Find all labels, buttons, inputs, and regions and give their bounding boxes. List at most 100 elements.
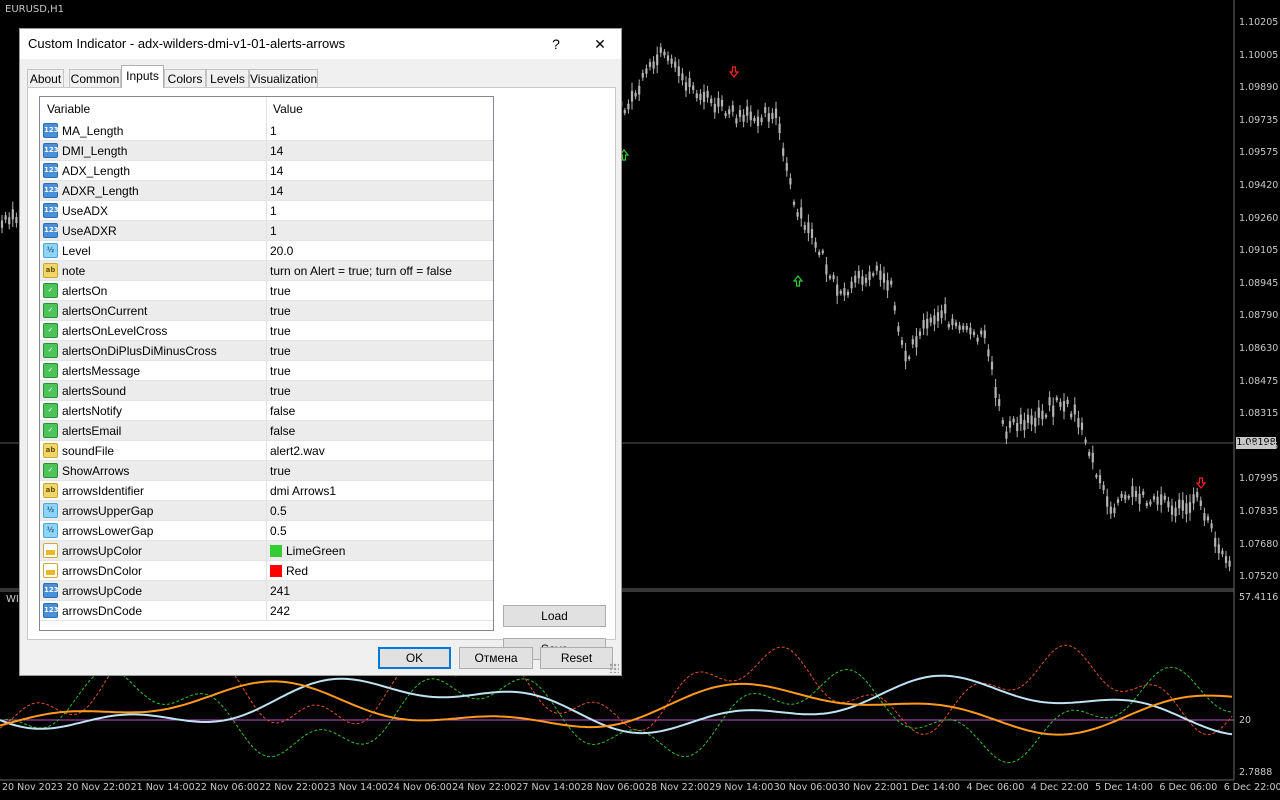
input-row-alertsEmail[interactable]: ✓ alertsEmail false [40, 421, 493, 441]
input-row-DMI_Length[interactable]: 123 DMI_Length 14 [40, 141, 493, 161]
color-swatch[interactable] [270, 545, 282, 557]
price-scale-label: 1.07680 [1239, 538, 1279, 550]
color-swatch[interactable] [270, 565, 282, 577]
price-scale-label: 1.08315 [1239, 408, 1279, 420]
tab-colors[interactable]: Colors [164, 69, 206, 87]
variable-value[interactable]: 0.5 [270, 524, 287, 538]
input-row-alertsNotify[interactable]: ✓ alertsNotify false [40, 401, 493, 421]
input-row-alertsOnLevelCross[interactable]: ✓ alertsOnLevelCross true [40, 321, 493, 341]
time-scale-label: 30 Nov 06:00 [773, 782, 838, 793]
bool-type-icon: ✓ [43, 343, 58, 358]
variable-value[interactable]: true [270, 324, 291, 338]
variable-value[interactable]: LimeGreen [286, 544, 345, 558]
input-row-arrowsDnCode[interactable]: 123 arrowsDnCode 242 [40, 601, 493, 621]
price-scale-label: 1.10005 [1239, 49, 1279, 61]
input-row-UseADXR[interactable]: 123 UseADXR 1 [40, 221, 493, 241]
variable-value[interactable]: true [270, 464, 291, 478]
close-icon[interactable]: ✕ [586, 33, 614, 55]
time-scale-label: 24 Nov 06:00 [387, 782, 452, 793]
variable-value[interactable]: 242 [270, 604, 290, 618]
input-row-soundFile[interactable]: ab soundFile alert2.wav [40, 441, 493, 461]
tab-about[interactable]: About [27, 69, 64, 87]
variable-value[interactable]: Red [286, 564, 308, 578]
variable-value[interactable]: true [270, 304, 291, 318]
column-separator [266, 561, 267, 581]
variable-value[interactable]: turn on Alert = true; turn off = false [270, 264, 452, 278]
variable-name: ShowArrows [62, 464, 130, 478]
tab-common[interactable]: Common [69, 69, 121, 87]
column-separator [266, 161, 267, 181]
time-scale-label: 28 Nov 06:00 [580, 782, 645, 793]
variable-value[interactable]: false [270, 404, 295, 418]
input-row-note[interactable]: ab note turn on Alert = true; turn off = f… [40, 261, 493, 281]
variable-value[interactable]: 1 [270, 124, 277, 138]
reset-button[interactable]: Reset [540, 647, 613, 669]
column-header-variable[interactable]: Variable [47, 102, 90, 116]
cancel-button[interactable]: Отмена [459, 647, 533, 669]
input-row-arrowsUpperGap[interactable]: ½ arrowsUpperGap 0.5 [40, 501, 493, 521]
resize-grip-icon[interactable] [609, 663, 619, 673]
dialog-title: Custom Indicator - adx-wilders-dmi-v1-01… [28, 36, 346, 51]
tab-levels[interactable]: Levels [206, 69, 249, 87]
price-scale-label: 1.09260 [1239, 212, 1279, 224]
input-row-alertsOnDiPlusDiMinusCross[interactable]: ✓ alertsOnDiPlusDiMinusCross true [40, 341, 493, 361]
input-row-arrowsUpColor[interactable]: arrowsUpColor LimeGreen [40, 541, 493, 561]
bool-type-icon: ✓ [43, 463, 58, 478]
input-row-alertsOn[interactable]: ✓ alertsOn true [40, 281, 493, 301]
input-row-alertsMessage[interactable]: ✓ alertsMessage true [40, 361, 493, 381]
variable-value[interactable]: true [270, 384, 291, 398]
input-row-UseADX[interactable]: 123 UseADX 1 [40, 201, 493, 221]
variable-value[interactable]: 241 [270, 584, 290, 598]
time-scale-label: 20 Nov 2023 [2, 782, 63, 793]
custom-indicator-dialog: Custom Indicator - adx-wilders-dmi-v1-01… [19, 28, 622, 676]
price-scale-label: 1.09575 [1239, 147, 1279, 159]
input-row-ADXR_Length[interactable]: 123 ADXR_Length 14 [40, 181, 493, 201]
input-row-ADX_Length[interactable]: 123 ADX_Length 14 [40, 161, 493, 181]
input-row-alertsSound[interactable]: ✓ alertsSound true [40, 381, 493, 401]
variable-value[interactable]: true [270, 284, 291, 298]
variable-value[interactable]: true [270, 364, 291, 378]
column-separator [266, 381, 267, 401]
price-scale-label: 1.07995 [1239, 473, 1279, 485]
variable-value[interactable]: 14 [270, 164, 283, 178]
column-separator [266, 521, 267, 541]
time-scale-label: 21 Nov 14:00 [130, 782, 195, 793]
dbl-type-icon: ½ [43, 243, 58, 258]
column-header-value[interactable]: Value [273, 102, 303, 116]
ok-button[interactable]: OK [378, 647, 451, 669]
input-row-alertsOnCurrent[interactable]: ✓ alertsOnCurrent true [40, 301, 493, 321]
input-row-ShowArrows[interactable]: ✓ ShowArrows true [40, 461, 493, 481]
help-icon[interactable]: ? [542, 33, 570, 55]
column-separator [266, 401, 267, 421]
variable-value[interactable]: dmi Arrows1 [270, 484, 336, 498]
variable-value[interactable]: true [270, 344, 291, 358]
input-row-arrowsIdentifier[interactable]: ab arrowsIdentifier dmi Arrows1 [40, 481, 493, 501]
variable-value[interactable]: alert2.wav [270, 444, 325, 458]
variable-value[interactable]: false [270, 424, 295, 438]
inputs-panel: Variable Value 123 MA_Length 1 123 DMI_Lengt… [27, 87, 616, 660]
load-button[interactable]: Load [503, 605, 606, 627]
int-type-icon: 123 [43, 223, 59, 238]
variable-value[interactable]: 20.0 [270, 244, 293, 258]
bool-type-icon: ✓ [43, 363, 58, 378]
variable-value[interactable]: 14 [270, 144, 283, 158]
input-row-MA_Length[interactable]: 123 MA_Length 1 [40, 121, 493, 141]
variable-name: alertsOn [62, 284, 108, 298]
tab-inputs[interactable]: Inputs [121, 65, 164, 88]
variable-value[interactable]: 1 [270, 204, 277, 218]
column-separator [266, 221, 267, 241]
input-row-arrowsLowerGap[interactable]: ½ arrowsLowerGap 0.5 [40, 521, 493, 541]
input-row-Level[interactable]: ½ Level 20.0 [40, 241, 493, 261]
variable-value[interactable]: 14 [270, 184, 283, 198]
price-scale-label: 1.07520 [1239, 571, 1279, 583]
variable-value[interactable]: 1 [270, 224, 277, 238]
variable-name: alertsNotify [62, 404, 123, 418]
tab-visualization[interactable]: Visualization [249, 69, 318, 87]
input-row-arrowsDnColor[interactable]: arrowsDnColor Red [40, 561, 493, 581]
variable-value[interactable]: 0.5 [270, 504, 287, 518]
input-row-arrowsUpCode[interactable]: 123 arrowsUpCode 241 [40, 581, 493, 601]
time-scale-label: 5 Dec 14:00 [1095, 782, 1153, 793]
time-scale-label: 22 Nov 22:00 [259, 782, 324, 793]
variable-name: alertsOnLevelCross [62, 324, 168, 338]
dialog-title-bar[interactable]: Custom Indicator - adx-wilders-dmi-v1-01… [20, 29, 621, 59]
